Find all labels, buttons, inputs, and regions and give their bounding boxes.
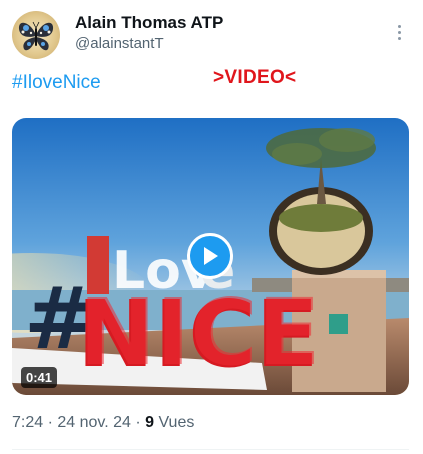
svg-text:NICE: NICE [79,279,321,386]
hashtag-link[interactable]: #IloveNice [12,72,101,94]
play-button[interactable] [187,233,233,279]
author-name[interactable]: Alain Thomas ATP [75,13,223,33]
play-icon [204,247,218,265]
post-meta: 7:24 · 24 nov. 24 · 9 Vues [12,414,194,432]
video-player[interactable]: Lov e # NICE NICE 0:41 [12,118,409,395]
video-label: >VIDEO< [213,67,297,88]
butterfly-icon [18,21,54,51]
more-dot [397,36,401,40]
post-date[interactable]: 24 nov. 24 [57,414,131,431]
views-count: 9 [145,414,155,431]
author-handle[interactable]: @alainstantT [75,35,164,52]
post-time[interactable]: 7:24 [12,414,43,431]
more-options-button[interactable] [389,22,409,42]
avatar[interactable] [12,11,60,59]
meta-separator: · [130,414,146,431]
divider [12,449,409,450]
views-label: Vues [154,414,195,431]
meta-separator: · [43,414,58,431]
more-dot [397,24,401,28]
video-duration: 0:41 [21,367,58,388]
more-dot [397,30,401,34]
